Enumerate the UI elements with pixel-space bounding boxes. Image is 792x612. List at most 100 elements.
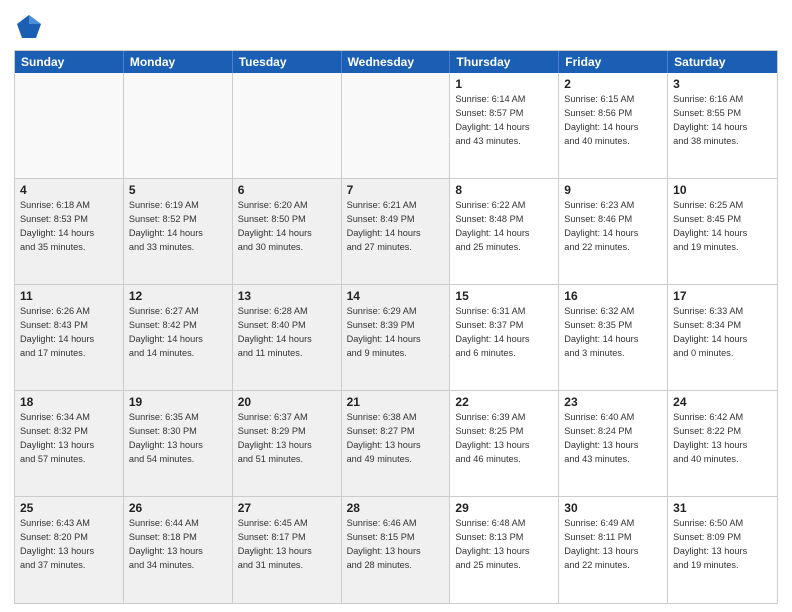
- page: SundayMondayTuesdayWednesdayThursdayFrid…: [0, 0, 792, 612]
- day-number: 26: [129, 500, 227, 516]
- header-day-friday: Friday: [559, 51, 668, 73]
- cell-info: Sunrise: 6:33 AM Sunset: 8:34 PM Dayligh…: [673, 306, 747, 357]
- day-number: 16: [564, 288, 662, 304]
- calendar-row: 4 Sunrise: 6:18 AM Sunset: 8:53 PM Daylig…: [15, 179, 777, 285]
- calendar-header: SundayMondayTuesdayWednesdayThursdayFrid…: [15, 51, 777, 73]
- day-number: 5: [129, 182, 227, 198]
- cell-info: Sunrise: 6:21 AM Sunset: 8:49 PM Dayligh…: [347, 200, 421, 251]
- day-number: 29: [455, 500, 553, 516]
- day-number: 27: [238, 500, 336, 516]
- calendar-cell: 6 Sunrise: 6:20 AM Sunset: 8:50 PM Daylig…: [233, 179, 342, 284]
- calendar-cell: 28 Sunrise: 6:46 AM Sunset: 8:15 PM Dayli…: [342, 497, 451, 603]
- day-number: 30: [564, 500, 662, 516]
- day-number: 1: [455, 76, 553, 92]
- calendar-cell: 11 Sunrise: 6:26 AM Sunset: 8:43 PM Dayli…: [15, 285, 124, 390]
- day-number: 23: [564, 394, 662, 410]
- cell-info: Sunrise: 6:18 AM Sunset: 8:53 PM Dayligh…: [20, 200, 94, 251]
- calendar-cell: 20Sunrise: 6:37 AM Sunset: 8:29 PM Dayli…: [233, 391, 342, 496]
- day-number: 24: [673, 394, 772, 410]
- cell-info: Sunrise: 6:28 AM Sunset: 8:40 PM Dayligh…: [238, 306, 312, 357]
- cell-info: Sunrise: 6:45 AM Sunset: 8:17 PM Dayligh…: [238, 518, 312, 569]
- logo: [14, 12, 48, 42]
- calendar-cell: 14 Sunrise: 6:29 AM Sunset: 8:39 PM Dayli…: [342, 285, 451, 390]
- calendar-cell: 13 Sunrise: 6:28 AM Sunset: 8:40 PM Dayli…: [233, 285, 342, 390]
- calendar-cell: 12 Sunrise: 6:27 AM Sunset: 8:42 PM Dayli…: [124, 285, 233, 390]
- day-number: 17: [673, 288, 772, 304]
- cell-info: Sunrise: 6:49 AM Sunset: 8:11 PM Dayligh…: [564, 518, 638, 569]
- calendar-row: 25 Sunrise: 6:43 AM Sunset: 8:20 PM Dayli…: [15, 497, 777, 603]
- cell-info: Sunrise: 6:31 AM Sunset: 8:37 PM Dayligh…: [455, 306, 529, 357]
- cell-info: Sunrise: 6:46 AM Sunset: 8:15 PM Dayligh…: [347, 518, 421, 569]
- calendar-row: 1 Sunrise: 6:14 AM Sunset: 8:57 PM Daylig…: [15, 73, 777, 179]
- cell-info: Sunrise: 6:20 AM Sunset: 8:50 PM Dayligh…: [238, 200, 312, 251]
- calendar-cell: 10Sunrise: 6:25 AM Sunset: 8:45 PM Dayli…: [668, 179, 777, 284]
- calendar-cell: 3Sunrise: 6:16 AM Sunset: 8:55 PM Daylig…: [668, 73, 777, 178]
- day-number: 31: [673, 500, 772, 516]
- calendar-cell: 8 Sunrise: 6:22 AM Sunset: 8:48 PM Daylig…: [450, 179, 559, 284]
- day-number: 20: [238, 394, 336, 410]
- header-day-tuesday: Tuesday: [233, 51, 342, 73]
- day-number: 11: [20, 288, 118, 304]
- calendar-cell: 23 Sunrise: 6:40 AM Sunset: 8:24 PM Dayli…: [559, 391, 668, 496]
- cell-info: Sunrise: 6:23 AM Sunset: 8:46 PM Dayligh…: [564, 200, 638, 251]
- calendar-cell: [342, 73, 451, 178]
- cell-info: Sunrise: 6:32 AM Sunset: 8:35 PM Dayligh…: [564, 306, 638, 357]
- calendar-cell: [124, 73, 233, 178]
- day-number: 3: [673, 76, 772, 92]
- calendar-cell: 5 Sunrise: 6:19 AM Sunset: 8:52 PM Daylig…: [124, 179, 233, 284]
- cell-info: Sunrise: 6:22 AM Sunset: 8:48 PM Dayligh…: [455, 200, 529, 251]
- calendar-cell: 30 Sunrise: 6:49 AM Sunset: 8:11 PM Dayli…: [559, 497, 668, 603]
- cell-info: Sunrise: 6:26 AM Sunset: 8:43 PM Dayligh…: [20, 306, 94, 357]
- cell-info: Sunrise: 6:39 AM Sunset: 8:25 PM Dayligh…: [455, 412, 529, 463]
- cell-info: Sunrise: 6:19 AM Sunset: 8:52 PM Dayligh…: [129, 200, 203, 251]
- cell-info: Sunrise: 6:50 AM Sunset: 8:09 PM Dayligh…: [673, 518, 747, 569]
- calendar-cell: 24Sunrise: 6:42 AM Sunset: 8:22 PM Dayli…: [668, 391, 777, 496]
- cell-info: Sunrise: 6:43 AM Sunset: 8:20 PM Dayligh…: [20, 518, 94, 569]
- cell-info: Sunrise: 6:40 AM Sunset: 8:24 PM Dayligh…: [564, 412, 638, 463]
- cell-info: Sunrise: 6:14 AM Sunset: 8:57 PM Dayligh…: [455, 94, 529, 145]
- calendar-row: 11 Sunrise: 6:26 AM Sunset: 8:43 PM Dayli…: [15, 285, 777, 391]
- cell-info: Sunrise: 6:29 AM Sunset: 8:39 PM Dayligh…: [347, 306, 421, 357]
- day-number: 19: [129, 394, 227, 410]
- day-number: 21: [347, 394, 445, 410]
- calendar-cell: [233, 73, 342, 178]
- calendar-cell: 26Sunrise: 6:44 AM Sunset: 8:18 PM Dayli…: [124, 497, 233, 603]
- cell-info: Sunrise: 6:35 AM Sunset: 8:30 PM Dayligh…: [129, 412, 203, 463]
- calendar-cell: [15, 73, 124, 178]
- day-number: 25: [20, 500, 118, 516]
- cell-info: Sunrise: 6:27 AM Sunset: 8:42 PM Dayligh…: [129, 306, 203, 357]
- calendar-body: 1 Sunrise: 6:14 AM Sunset: 8:57 PM Daylig…: [15, 73, 777, 603]
- day-number: 28: [347, 500, 445, 516]
- calendar-cell: 16 Sunrise: 6:32 AM Sunset: 8:35 PM Dayli…: [559, 285, 668, 390]
- day-number: 13: [238, 288, 336, 304]
- calendar-cell: 2 Sunrise: 6:15 AM Sunset: 8:56 PM Daylig…: [559, 73, 668, 178]
- calendar-cell: 19 Sunrise: 6:35 AM Sunset: 8:30 PM Dayli…: [124, 391, 233, 496]
- calendar-cell: 1 Sunrise: 6:14 AM Sunset: 8:57 PM Daylig…: [450, 73, 559, 178]
- day-number: 6: [238, 182, 336, 198]
- day-number: 4: [20, 182, 118, 198]
- day-number: 9: [564, 182, 662, 198]
- calendar-cell: 31 Sunrise: 6:50 AM Sunset: 8:09 PM Dayli…: [668, 497, 777, 603]
- header-day-thursday: Thursday: [450, 51, 559, 73]
- calendar-cell: 4 Sunrise: 6:18 AM Sunset: 8:53 PM Daylig…: [15, 179, 124, 284]
- day-number: 18: [20, 394, 118, 410]
- day-number: 8: [455, 182, 553, 198]
- day-number: 22: [455, 394, 553, 410]
- header: [14, 12, 778, 42]
- header-day-monday: Monday: [124, 51, 233, 73]
- header-day-wednesday: Wednesday: [342, 51, 451, 73]
- day-number: 14: [347, 288, 445, 304]
- calendar-cell: 29 Sunrise: 6:48 AM Sunset: 8:13 PM Dayli…: [450, 497, 559, 603]
- calendar-cell: 22 Sunrise: 6:39 AM Sunset: 8:25 PM Dayli…: [450, 391, 559, 496]
- day-number: 15: [455, 288, 553, 304]
- calendar-cell: 9 Sunrise: 6:23 AM Sunset: 8:46 PM Daylig…: [559, 179, 668, 284]
- header-day-saturday: Saturday: [668, 51, 777, 73]
- calendar: SundayMondayTuesdayWednesdayThursdayFrid…: [14, 50, 778, 604]
- day-number: 12: [129, 288, 227, 304]
- cell-info: Sunrise: 6:15 AM Sunset: 8:56 PM Dayligh…: [564, 94, 638, 145]
- header-day-sunday: Sunday: [15, 51, 124, 73]
- calendar-cell: 25 Sunrise: 6:43 AM Sunset: 8:20 PM Dayli…: [15, 497, 124, 603]
- cell-info: Sunrise: 6:48 AM Sunset: 8:13 PM Dayligh…: [455, 518, 529, 569]
- calendar-row: 18Sunrise: 6:34 AM Sunset: 8:32 PM Dayli…: [15, 391, 777, 497]
- day-number: 2: [564, 76, 662, 92]
